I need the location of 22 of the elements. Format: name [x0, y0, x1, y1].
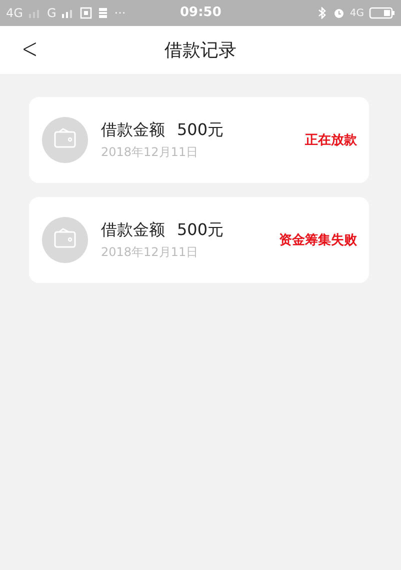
- signal-icon: [28, 8, 42, 18]
- page-title: 借款记录: [164, 39, 236, 62]
- network-label: 4G: [350, 8, 364, 18]
- record-date: 2018年12月11日: [101, 144, 200, 160]
- wallet-icon: [42, 217, 88, 263]
- more-indicator: ···: [114, 6, 126, 20]
- network-label: G: [46, 6, 56, 20]
- loan-status: 资金筹集失败: [279, 232, 357, 249]
- wallet-icon: [42, 117, 88, 163]
- amount-label: 借款金额: [101, 120, 165, 140]
- record-card[interactable]: 借款金额 500元 2018年12月11日 正在放款: [29, 97, 369, 183]
- record-card[interactable]: 借款金额 500元 2018年12月11日 资金筹集失败: [29, 197, 369, 283]
- record-date: 2018年12月11日: [101, 244, 200, 260]
- amount-label: 借款金额: [101, 220, 165, 240]
- status-time: 09:50: [180, 5, 222, 20]
- loan-status: 正在放款: [305, 132, 357, 149]
- amount-value: 500元: [177, 220, 224, 240]
- amount-value: 500元: [177, 120, 224, 140]
- alarm-icon: [332, 7, 345, 19]
- network-label: 4G: [6, 6, 23, 20]
- back-button[interactable]: <: [18, 32, 41, 65]
- battery-icon: [369, 7, 395, 19]
